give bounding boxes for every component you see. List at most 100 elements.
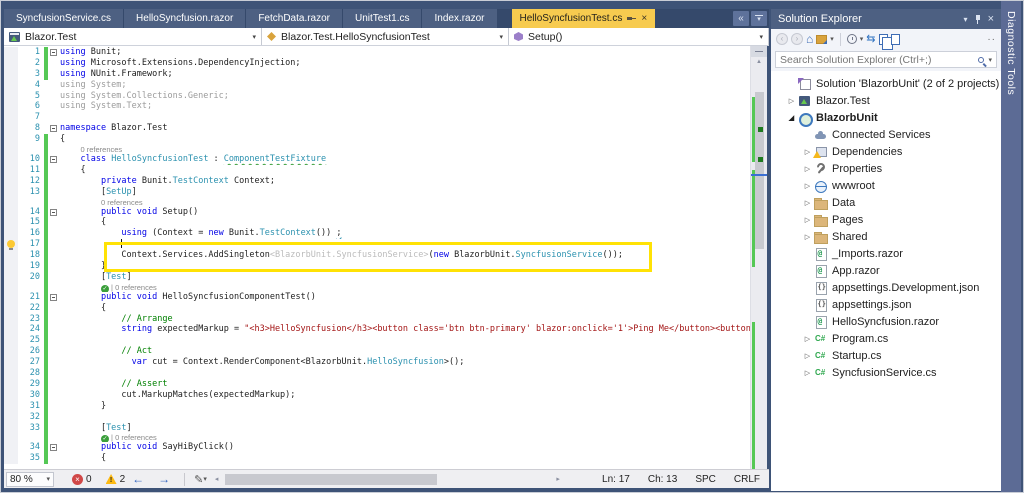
window-position-icon[interactable]: ▾ <box>964 15 968 24</box>
code-line[interactable]: 24 string expectedMarkup = "<h3>HelloSyn… <box>4 324 750 335</box>
code-line[interactable]: 15 { <box>4 217 750 228</box>
sync-with-active-document-button[interactable]: ⇆ <box>866 33 875 45</box>
diagnostic-tools-tab[interactable]: Diagnostic Tools <box>1001 1 1021 493</box>
tree-item-pages[interactable]: ▷Pages <box>771 211 1001 228</box>
code-line[interactable]: 14 public void Setup() <box>4 207 750 218</box>
code-line[interactable]: 13 [SetUp] <box>4 187 750 198</box>
code-line[interactable]: 5using System.Collections.Generic; <box>4 91 750 102</box>
horizontal-scrollbar[interactable]: ◂ ▸ <box>215 473 560 486</box>
codelens-row[interactable]: ✓ | 0 references <box>4 283 750 292</box>
search-input[interactable]: Search Solution Explorer (Ctrl+;) ▾ <box>775 51 997 68</box>
expander-collapsed-icon[interactable]: ▷ <box>801 233 814 241</box>
collapse-box-icon[interactable] <box>50 156 57 163</box>
tree-item-solution-blazorbunit-2-of-2-projects[interactable]: Solution 'BlazorbUnit' (2 of 2 projects) <box>771 75 1001 92</box>
collapse-all-button[interactable] <box>879 34 888 45</box>
show-all-files-button[interactable] <box>891 34 900 45</box>
code-line[interactable]: 1using Bunit; <box>4 47 750 58</box>
navigate-forward-icon[interactable]: → <box>158 472 170 486</box>
code-line[interactable]: 12 private Bunit.TestContext Context; <box>4 176 750 187</box>
editor-vertical-scrollbar[interactable]: ▲ <box>750 46 767 469</box>
pin-icon[interactable] <box>627 15 636 22</box>
code-line[interactable]: 28 <box>4 368 750 379</box>
tab-index-razor[interactable]: Index.razor <box>422 9 496 28</box>
collapse-box-icon[interactable] <box>50 294 57 301</box>
tab-unittest1-cs[interactable]: UnitTest1.cs <box>343 9 421 28</box>
code-line[interactable]: 30 cut.MarkupMatches(expectedMarkup); <box>4 390 750 401</box>
code-line[interactable]: 23 // Arrange <box>4 314 750 325</box>
tree-item-blazorbunit[interactable]: ◢BlazorbUnit <box>771 109 1001 126</box>
code-line[interactable]: 22 { <box>4 303 750 314</box>
warning-count[interactable]: 2 <box>120 474 126 485</box>
code-line[interactable]: 31 } <box>4 401 750 412</box>
code-line[interactable]: 11 { <box>4 165 750 176</box>
type-dropdown[interactable]: Blazor.Test.HelloSyncfusionTest ▾ <box>262 28 509 45</box>
pen-icon[interactable]: ✎ <box>194 473 203 486</box>
tree-item-data[interactable]: ▷Data <box>771 194 1001 211</box>
tree-item-appsettings-json[interactable]: appsettings.json <box>771 296 1001 313</box>
code-line[interactable]: 16 using (Context = new Bunit.TestContex… <box>4 228 750 239</box>
member-dropdown[interactable]: Setup() ▾ <box>509 28 769 45</box>
close-icon[interactable]: × <box>988 13 994 25</box>
code-line[interactable]: 33 [Test] <box>4 423 750 434</box>
collapse-box-icon[interactable] <box>50 125 57 132</box>
switch-views-button[interactable] <box>816 35 827 44</box>
tree-item-shared[interactable]: ▷Shared <box>771 228 1001 245</box>
scroll-tabs-left-button[interactable]: « <box>733 11 749 26</box>
tab-fetchdata-razor[interactable]: FetchData.razor <box>246 9 342 28</box>
code-editor[interactable]: 1using Bunit;2using Microsoft.Extensions… <box>4 46 767 469</box>
scrollbar-track[interactable] <box>751 67 767 467</box>
tab-hellosyncfusion-razor[interactable]: HelloSyncfusion.razor <box>124 9 245 28</box>
tree-item-hellosyncfusion-razor[interactable]: HelloSyncfusion.razor <box>771 313 1001 330</box>
chevron-down-icon[interactable]: ▾ <box>860 35 864 43</box>
tree-item-blazor-test[interactable]: ▷Blazor.Test <box>771 92 1001 109</box>
codelens-row[interactable]: ✓ | 0 references <box>4 433 750 442</box>
code-line[interactable]: 10 class HelloSyncfusionTest : Component… <box>4 154 750 165</box>
lightbulb-icon[interactable] <box>7 240 15 248</box>
tree-item-wwwroot[interactable]: ▷wwwroot <box>771 177 1001 194</box>
error-count[interactable]: 0 <box>86 474 92 485</box>
forward-button[interactable]: › <box>791 33 803 45</box>
project-dropdown[interactable]: Blazor.Test ▾ <box>4 28 262 45</box>
tree-item-connected-services[interactable]: Connected Services <box>771 126 1001 143</box>
expander-collapsed-icon[interactable]: ▷ <box>801 216 814 224</box>
code-line[interactable]: 2using Microsoft.Extensions.DependencyIn… <box>4 58 750 69</box>
tree-item-properties[interactable]: ▷Properties <box>771 160 1001 177</box>
collapse-box-icon[interactable] <box>50 444 57 451</box>
expander-collapsed-icon[interactable]: ▷ <box>801 165 814 173</box>
tab-hellosyncfusiontest-cs[interactable]: HelloSyncfusionTest.cs× <box>512 9 656 28</box>
expander-collapsed-icon[interactable]: ▷ <box>801 182 814 190</box>
expander-collapsed-icon[interactable]: ▷ <box>801 335 814 343</box>
code-line[interactable]: 21 public void HelloSyncfusionComponentT… <box>4 292 750 303</box>
horizontal-scrollbar-thumb[interactable] <box>225 474 437 485</box>
code-line[interactable]: 6using System.Text; <box>4 101 750 112</box>
zoom-dropdown[interactable]: 80 % ▾ <box>6 472 54 487</box>
code-line[interactable]: 7 <box>4 112 750 123</box>
code-line[interactable]: 17 <box>4 239 750 250</box>
tree-item-appsettings-development-json[interactable]: appsettings.Development.json <box>771 279 1001 296</box>
code-line[interactable]: 3using NUnit.Framework; <box>4 69 750 80</box>
tree-item-imports-razor[interactable]: _Imports.razor <box>771 245 1001 262</box>
expander-expanded-icon[interactable]: ◢ <box>785 114 798 122</box>
tree-item-app-razor[interactable]: App.razor <box>771 262 1001 279</box>
expander-collapsed-icon[interactable]: ▷ <box>801 352 814 360</box>
code-line[interactable]: 34 public void SayHiByClick() <box>4 442 750 453</box>
back-button[interactable]: ‹ <box>776 33 788 45</box>
code-line[interactable]: 20 [Test] <box>4 272 750 283</box>
chevron-down-icon[interactable]: ▾ <box>988 56 992 64</box>
pin-icon[interactable] <box>975 15 981 24</box>
expander-collapsed-icon[interactable]: ▷ <box>785 97 798 105</box>
code-line[interactable]: 25 <box>4 335 750 346</box>
code-line[interactable]: 4using System; <box>4 80 750 91</box>
search-icon[interactable] <box>978 57 984 63</box>
code-line[interactable]: 32 <box>4 412 750 423</box>
tree-item-dependencies[interactable]: ▷Dependencies <box>771 143 1001 160</box>
chevron-down-icon[interactable]: ▾ <box>203 475 207 483</box>
navigate-back-icon[interactable]: ← <box>132 472 144 486</box>
codelens-row[interactable]: 0 references <box>4 145 750 154</box>
tree-item-syncfusionservice-cs[interactable]: ▷SyncfusionService.cs <box>771 364 1001 381</box>
window-list-button[interactable]: ▾ <box>751 11 767 26</box>
code-line[interactable]: 27 var cut = Context.RenderComponent<Bla… <box>4 357 750 368</box>
codelens-row[interactable]: 0 references <box>4 198 750 207</box>
code-line[interactable]: 26 // Act <box>4 346 750 357</box>
tree-item-program-cs[interactable]: ▷Program.cs <box>771 330 1001 347</box>
